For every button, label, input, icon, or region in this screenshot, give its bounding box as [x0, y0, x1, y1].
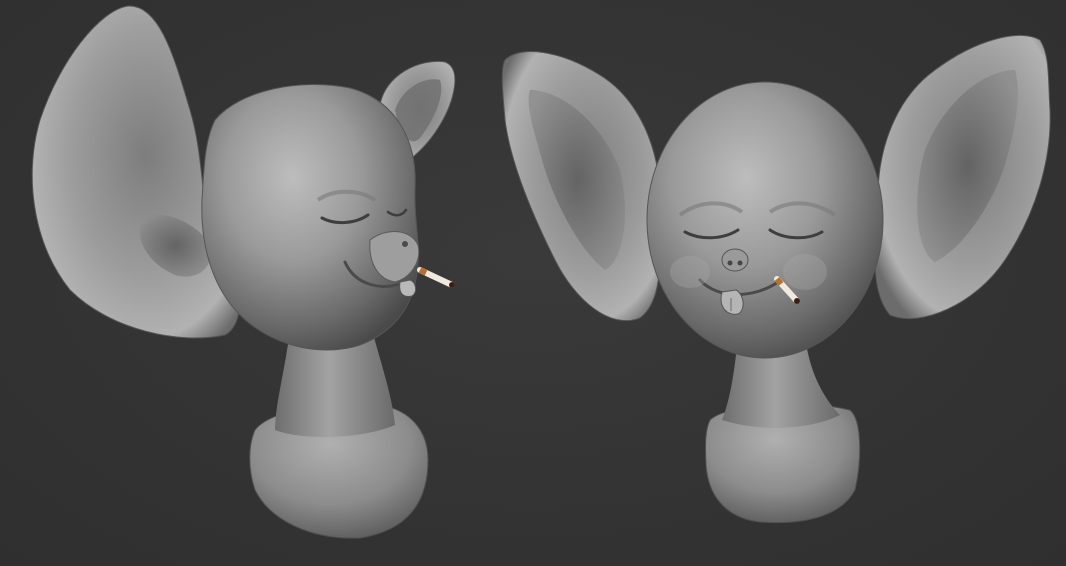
front-view [501, 34, 1051, 524]
front-nostril-left [727, 260, 733, 266]
sculpt-render-viewport [0, 0, 1066, 566]
nostril-left [402, 241, 408, 247]
sculpt-render-svg [31, 5, 1051, 539]
cigarette-left [417, 267, 455, 288]
front-nostril-right [737, 260, 743, 266]
tongue-left [399, 279, 417, 297]
head-front [646, 81, 884, 359]
front-nose [721, 248, 749, 272]
front-cheek-left [670, 256, 710, 288]
front-cheek-right [783, 254, 827, 290]
three-quarter-view [31, 5, 456, 539]
